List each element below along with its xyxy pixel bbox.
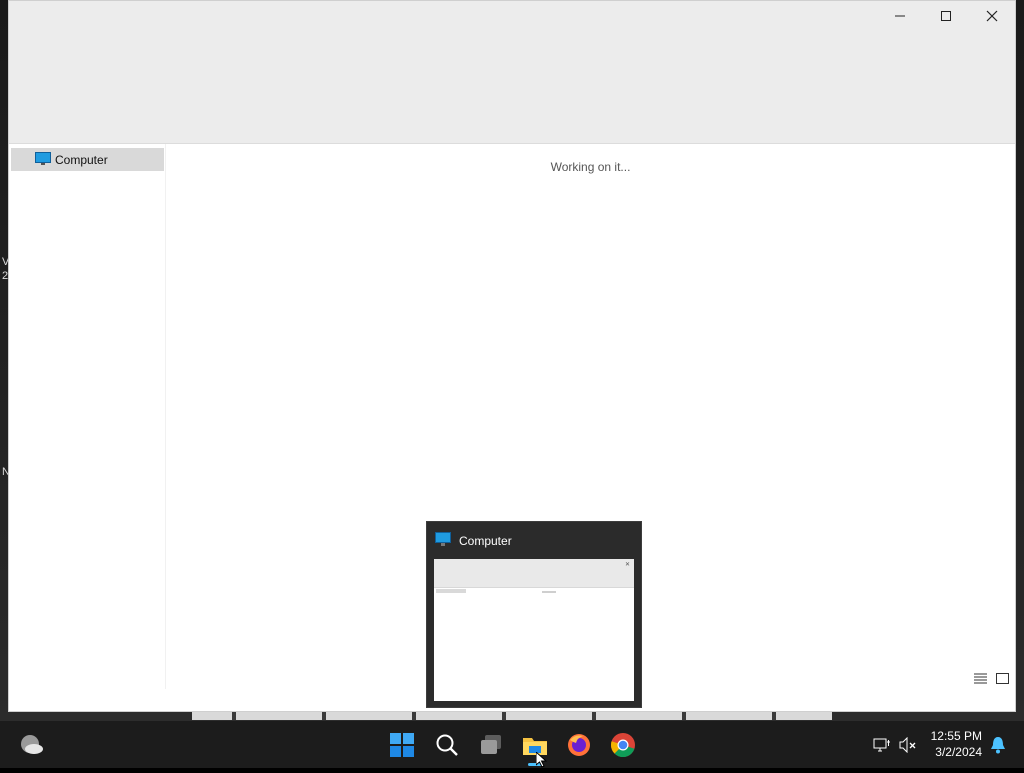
minimize-button[interactable] [877,1,923,31]
wallpaper-strip-bottom [192,712,832,720]
nav-item-computer[interactable]: Computer [11,148,164,171]
notification-center-button[interactable] [988,735,1008,755]
loading-status: Working on it... [550,160,631,174]
maximize-icon [941,11,951,21]
cursor-arrow-icon [535,750,548,768]
chrome-icon [611,733,635,758]
thumbnail-mini-titlebar: ✕ [434,559,634,588]
taskbar-thumbnail-preview[interactable]: Computer ✕ [426,521,642,708]
mouse-cursor [535,750,548,773]
close-icon: ✕ [624,562,630,568]
volume-button[interactable] [898,735,918,755]
network-button[interactable] [872,735,892,755]
view-toggle-group [973,671,1009,685]
firefox-taskbar-button[interactable] [563,729,595,761]
caption-buttons [877,1,1015,31]
monitor-icon [435,532,451,550]
large-icons-view-icon [995,672,1009,684]
weather-icon [21,735,43,754]
windows-logo-icon [390,733,414,757]
start-button[interactable] [386,729,418,761]
maximize-button[interactable] [923,1,969,31]
monitor-icon [35,152,51,169]
bell-icon [991,737,1005,754]
details-view-button[interactable] [973,671,987,685]
thumbnail-mini-status [542,591,556,593]
nav-item-label: Computer [55,152,108,167]
window-titlebar[interactable] [9,1,1015,144]
minimize-icon [895,15,905,17]
volume-muted-icon [899,737,916,753]
thumbnail-image[interactable]: ✕ [434,559,634,701]
taskbar: 12:55 PM 3/2/2024 [0,720,1024,768]
close-icon [986,10,998,22]
system-clock[interactable]: 12:55 PM 3/2/2024 [931,728,982,760]
search-icon [436,734,458,756]
large-icons-view-button[interactable] [995,671,1009,685]
firefox-icon [568,734,590,756]
network-icon [873,738,890,752]
chrome-taskbar-button[interactable] [607,729,639,761]
thumbnail-title-text: Computer [459,534,512,548]
details-view-icon [973,673,987,683]
clock-date: 3/2/2024 [935,745,982,759]
thumbnail-title: Computer [435,532,512,550]
weather-widget-button[interactable] [16,729,48,761]
navigation-pane[interactable]: Computer [9,144,166,689]
task-view-button[interactable] [475,729,507,761]
task-view-icon [481,735,501,754]
thumbnail-mini-nav [436,589,466,593]
close-button[interactable] [969,1,1015,31]
clock-time: 12:55 PM [930,729,982,743]
search-button[interactable] [431,729,463,761]
